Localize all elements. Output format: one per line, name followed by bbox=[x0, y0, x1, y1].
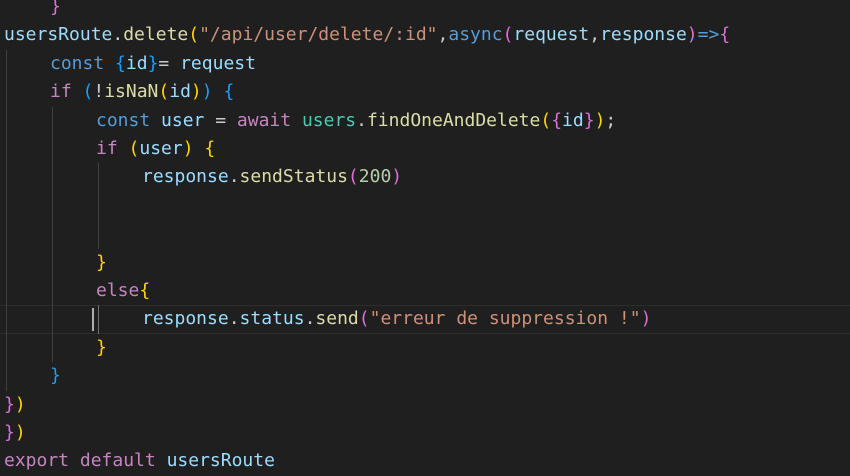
code-token: findOneAndDelete bbox=[366, 109, 541, 131]
code-token: ! bbox=[93, 81, 105, 103]
code-line[interactable]: }) bbox=[0, 391, 850, 419]
code-line[interactable]: } bbox=[0, 249, 850, 277]
code-line[interactable]: if (!isNaN(id)) { bbox=[0, 78, 850, 106]
code-token: const bbox=[96, 109, 162, 131]
code-token: if bbox=[96, 138, 129, 159]
code-token: , bbox=[437, 24, 449, 46]
code-editor[interactable]: } usersRoute.delete("/api/user/delete/:id… bbox=[0, 0, 850, 471]
code-token: ) bbox=[190, 81, 202, 103]
code-token: . bbox=[304, 308, 316, 330]
code-token: response bbox=[600, 24, 687, 46]
code-token: } bbox=[96, 251, 107, 273]
code-token: ) bbox=[182, 138, 205, 159]
code-token: "/api/user/delete/:id" bbox=[199, 24, 438, 46]
code-token: id bbox=[562, 109, 584, 131]
code-token: = bbox=[204, 109, 237, 131]
code-token: await bbox=[236, 109, 302, 131]
code-token: isNaN bbox=[104, 81, 159, 103]
code-token: usersRoute bbox=[4, 24, 113, 46]
code-token: ( bbox=[347, 166, 359, 188]
code-token: response bbox=[142, 308, 229, 330]
code-token: , bbox=[589, 24, 601, 46]
code-token: { bbox=[223, 81, 235, 103]
code-token: async bbox=[448, 24, 503, 46]
code-token: . bbox=[228, 308, 240, 330]
code-line[interactable]: usersRoute.delete("/api/user/delete/:id"… bbox=[0, 21, 850, 49]
code-token: } bbox=[50, 0, 61, 17]
code-token: . bbox=[356, 109, 367, 131]
code-token: export bbox=[4, 450, 80, 472]
code-line[interactable] bbox=[0, 192, 850, 220]
code-token: users bbox=[301, 109, 357, 131]
code-token: ; bbox=[605, 109, 617, 131]
code-token: send bbox=[315, 308, 359, 330]
code-line[interactable] bbox=[0, 220, 850, 248]
code-token: } bbox=[50, 365, 61, 387]
code-line[interactable]: export default usersRoute bbox=[0, 447, 850, 475]
indent-guide bbox=[52, 106, 53, 363]
code-token: { bbox=[204, 138, 216, 159]
code-token: if bbox=[50, 81, 83, 103]
code-token: sendStatus bbox=[239, 166, 348, 188]
code-token: delete bbox=[123, 24, 189, 46]
code-line[interactable]: } bbox=[0, 0, 850, 21]
code-token: ( bbox=[128, 138, 140, 159]
code-token: ) bbox=[14, 422, 26, 443]
code-token: } bbox=[4, 393, 15, 415]
code-token: ) bbox=[14, 393, 26, 415]
code-token: ( bbox=[502, 24, 514, 46]
code-token: } bbox=[583, 109, 595, 131]
code-token: { bbox=[551, 109, 563, 131]
code-token: { bbox=[115, 52, 126, 74]
code-token: user bbox=[139, 138, 183, 159]
code-token: id bbox=[169, 81, 191, 103]
code-token: "erreur de suppression !" bbox=[369, 308, 641, 330]
code-token: ) bbox=[594, 109, 606, 131]
code-line[interactable]: response.sendStatus(200) bbox=[0, 163, 850, 191]
code-token: { bbox=[719, 24, 731, 46]
code-line[interactable]: const {id}= request bbox=[0, 50, 850, 78]
code-token: } bbox=[147, 52, 159, 74]
code-token: status bbox=[239, 308, 305, 330]
code-token: const bbox=[50, 52, 116, 74]
text-cursor bbox=[92, 308, 94, 331]
code-line[interactable]: } bbox=[0, 334, 850, 362]
code-token: ) bbox=[391, 166, 403, 188]
code-token: ) bbox=[640, 308, 652, 330]
code-token: usersRoute bbox=[166, 450, 275, 472]
code-token: = bbox=[158, 52, 181, 74]
code-token: } bbox=[96, 336, 107, 358]
code-line[interactable]: } bbox=[0, 362, 850, 390]
code-line[interactable]: response.status.send("erreur de suppress… bbox=[0, 305, 850, 334]
code-token: user bbox=[161, 109, 205, 131]
indent-guide bbox=[98, 163, 99, 249]
code-line[interactable]: }) bbox=[0, 419, 850, 447]
indent-guide bbox=[98, 305, 99, 334]
code-token: { bbox=[139, 280, 151, 301]
code-token: default bbox=[79, 450, 167, 472]
code-token: => bbox=[697, 24, 720, 46]
code-token: ( bbox=[540, 109, 552, 131]
code-token: . bbox=[112, 24, 124, 46]
code-token: id bbox=[125, 52, 148, 74]
code-token: . bbox=[228, 166, 240, 188]
code-token: ) bbox=[201, 81, 224, 103]
code-token: ( bbox=[188, 24, 200, 46]
code-token: ( bbox=[158, 81, 170, 103]
code-token: else bbox=[96, 280, 140, 301]
code-token: request bbox=[513, 24, 590, 46]
code-token: response bbox=[142, 166, 229, 188]
code-line[interactable]: const user = await users.findOneAndDelet… bbox=[0, 107, 850, 135]
code-token: ( bbox=[358, 308, 370, 330]
code-token: request bbox=[180, 52, 256, 74]
code-token: ) bbox=[686, 24, 698, 46]
indent-guide bbox=[6, 49, 7, 391]
code-token: } bbox=[4, 422, 15, 443]
code-line[interactable]: if (user) { bbox=[0, 135, 850, 163]
code-line[interactable]: else{ bbox=[0, 277, 850, 305]
code-token: ( bbox=[82, 81, 94, 103]
code-token: 200 bbox=[358, 166, 392, 188]
